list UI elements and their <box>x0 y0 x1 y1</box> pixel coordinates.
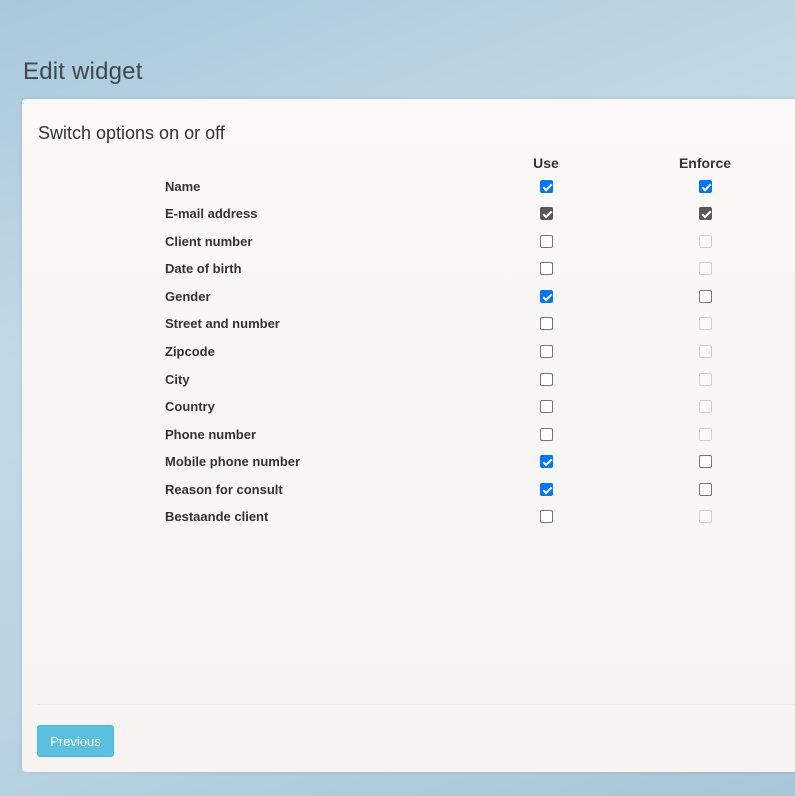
option-label: Gender <box>165 289 211 304</box>
enforce-checkbox <box>699 400 712 413</box>
option-row: Gender <box>22 289 795 309</box>
option-label: Name <box>165 179 201 194</box>
enforce-checkbox <box>699 262 712 275</box>
use-checkbox[interactable] <box>540 510 553 523</box>
option-row: Date of birth <box>22 261 795 281</box>
section-title: Switch options on or off <box>38 123 225 143</box>
option-label: Street and number <box>165 316 280 331</box>
use-checkbox[interactable] <box>540 180 553 193</box>
enforce-checkbox[interactable] <box>699 207 712 220</box>
use-checkbox[interactable] <box>540 373 553 386</box>
options-card: Switch options on or off Use Enforce Nam… <box>22 99 795 772</box>
enforce-checkbox <box>699 428 712 441</box>
previous-button[interactable]: Previous <box>37 725 114 757</box>
option-label: City <box>165 372 190 387</box>
option-row: Street and number <box>22 316 795 336</box>
use-checkbox[interactable] <box>540 483 553 496</box>
option-label: Bestaande client <box>165 509 269 524</box>
use-checkbox[interactable] <box>540 262 553 275</box>
option-row: Zipcode <box>22 344 795 364</box>
use-checkbox[interactable] <box>540 428 553 441</box>
option-label: Phone number <box>165 427 257 442</box>
use-checkbox[interactable] <box>540 235 553 248</box>
option-label: Country <box>165 399 215 414</box>
column-header-use: Use <box>533 155 559 171</box>
option-label: Date of birth <box>165 261 242 276</box>
use-checkbox[interactable] <box>540 455 553 468</box>
use-checkbox[interactable] <box>540 345 553 358</box>
column-header-enforce: Enforce <box>678 155 732 171</box>
option-label: Reason for consult <box>165 482 283 497</box>
option-row: Phone number <box>22 427 795 447</box>
footer-divider <box>37 704 795 705</box>
option-row: E-mail address <box>22 206 795 226</box>
use-checkbox[interactable] <box>540 400 553 413</box>
use-checkbox[interactable] <box>540 317 553 330</box>
enforce-checkbox <box>699 510 712 523</box>
option-row: Name <box>22 179 795 199</box>
option-row: Country <box>22 399 795 419</box>
page-title: Edit widget <box>23 58 143 85</box>
option-label: E-mail address <box>165 206 258 221</box>
option-row: City <box>22 372 795 392</box>
option-row: Bestaande client <box>22 509 795 529</box>
use-checkbox[interactable] <box>540 290 553 303</box>
option-label: Zipcode <box>165 344 215 359</box>
option-label: Mobile phone number <box>165 454 301 469</box>
enforce-checkbox <box>699 373 712 386</box>
use-checkbox[interactable] <box>540 207 553 220</box>
enforce-checkbox <box>699 345 712 358</box>
enforce-checkbox[interactable] <box>699 180 712 193</box>
option-row: Mobile phone number <box>22 454 795 474</box>
enforce-checkbox[interactable] <box>699 483 712 496</box>
option-row: Client number <box>22 234 795 254</box>
enforce-checkbox <box>699 317 712 330</box>
enforce-checkbox <box>699 235 712 248</box>
option-label: Client number <box>165 234 253 249</box>
enforce-checkbox[interactable] <box>699 290 712 303</box>
option-row: Reason for consult <box>22 482 795 502</box>
enforce-checkbox[interactable] <box>699 455 712 468</box>
